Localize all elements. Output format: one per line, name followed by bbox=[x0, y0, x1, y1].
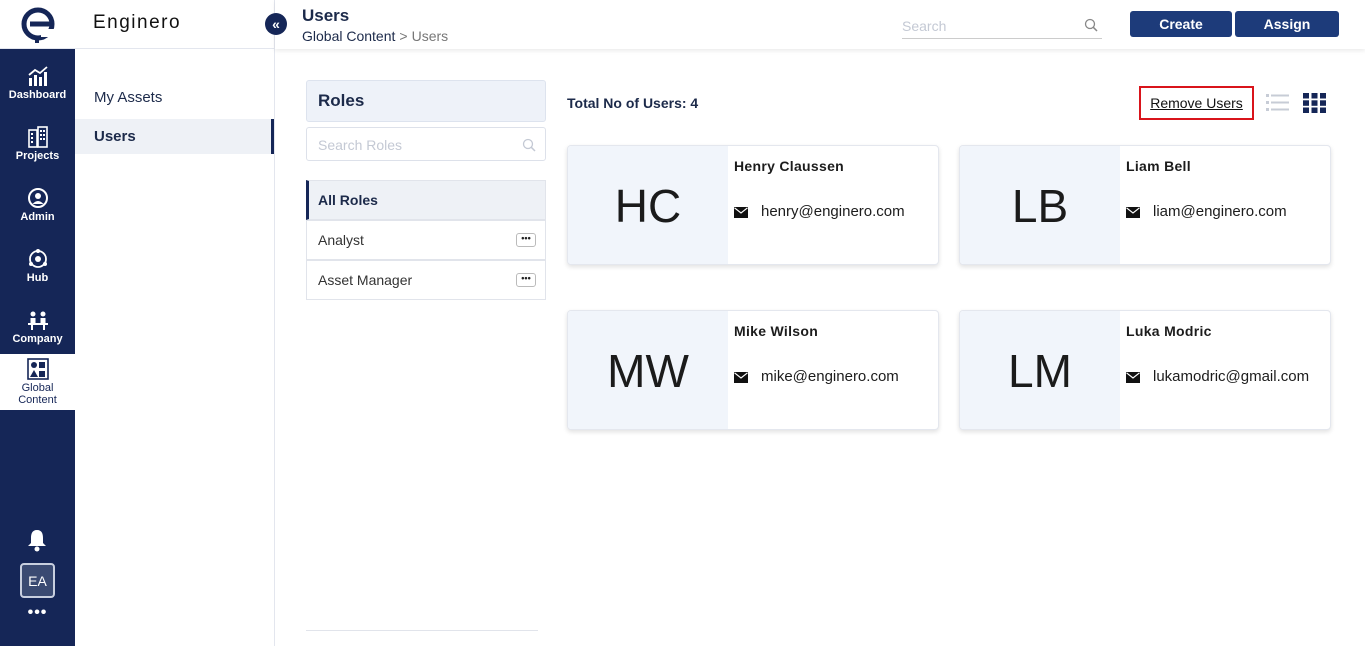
company-people-icon bbox=[27, 311, 48, 330]
grid-view-icon[interactable] bbox=[1303, 93, 1326, 113]
roles-title: Roles bbox=[306, 80, 546, 122]
roles-search-input[interactable] bbox=[318, 135, 518, 155]
rail-item-company[interactable]: Company bbox=[0, 299, 75, 355]
user-initials: LM bbox=[960, 311, 1120, 429]
more-options-icon[interactable]: ••• bbox=[516, 273, 536, 287]
remove-users-link[interactable]: Remove Users bbox=[1139, 86, 1254, 120]
roles-divider bbox=[306, 630, 538, 631]
rail-label-company: Company bbox=[12, 333, 63, 345]
breadcrumb-separator-icon: > bbox=[399, 28, 408, 44]
user-name: Luka Modric bbox=[1126, 323, 1212, 339]
user-name: Liam Bell bbox=[1126, 158, 1191, 174]
hub-network-icon bbox=[28, 249, 47, 268]
user-email: lukamodric@gmail.com bbox=[1153, 368, 1310, 385]
sidebar-item-users[interactable]: Users bbox=[75, 119, 274, 154]
sidebar-divider bbox=[75, 48, 275, 49]
envelope-icon bbox=[734, 372, 748, 383]
bell-icon[interactable] bbox=[26, 528, 48, 552]
user-name: Mike Wilson bbox=[734, 323, 819, 339]
role-label: All Roles bbox=[318, 192, 378, 208]
list-view-icon[interactable] bbox=[1266, 93, 1289, 113]
user-card[interactable]: LM Luka Modric lukamodric@gmail.com bbox=[959, 310, 1331, 430]
rail-label-dashboard: Dashboard bbox=[8, 89, 67, 101]
admin-user-icon bbox=[27, 188, 48, 208]
secondary-sidebar: Enginero My Assets Users bbox=[75, 0, 275, 646]
rail-more-icon[interactable]: ••• bbox=[0, 604, 75, 622]
create-button[interactable]: Create bbox=[1130, 11, 1232, 37]
enginero-logo-icon bbox=[21, 7, 55, 43]
rail-label-admin: Admin bbox=[20, 211, 55, 223]
role-item-asset-manager[interactable]: Asset Manager ••• bbox=[306, 260, 546, 300]
breadcrumb: Global Content > Users bbox=[302, 28, 448, 44]
brand-name: Enginero bbox=[93, 12, 182, 33]
role-label: Analyst bbox=[318, 232, 364, 248]
header-search-input[interactable] bbox=[902, 15, 1082, 37]
user-initials: LB bbox=[960, 146, 1120, 264]
user-name: Henry Claussen bbox=[734, 158, 845, 174]
user-card[interactable]: LB Liam Bell liam@enginero.com bbox=[959, 145, 1331, 265]
roles-search bbox=[306, 127, 546, 161]
total-users-count: Total No of Users: 4 bbox=[567, 95, 699, 111]
top-header: Users Global Content>Users Create Assign bbox=[275, 0, 1365, 49]
assign-button[interactable]: Assign bbox=[1235, 11, 1339, 37]
sidebar-item-label: My Assets bbox=[94, 89, 163, 106]
user-email: liam@enginero.com bbox=[1153, 203, 1287, 220]
search-icon[interactable] bbox=[1084, 18, 1098, 32]
role-item-analyst[interactable]: Analyst ••• bbox=[306, 220, 546, 260]
role-item-all-roles[interactable]: All Roles bbox=[306, 180, 546, 220]
global-content-icon bbox=[26, 358, 49, 380]
breadcrumb-root[interactable]: Global Content bbox=[302, 28, 395, 44]
role-label: Asset Manager bbox=[318, 272, 413, 288]
avatar[interactable]: EA bbox=[20, 563, 55, 598]
envelope-icon bbox=[1126, 207, 1140, 218]
user-initials: MW bbox=[568, 311, 728, 429]
user-email: henry@enginero.com bbox=[761, 203, 905, 220]
user-initials: HC bbox=[568, 146, 728, 264]
rail-label-global: Global bbox=[21, 382, 54, 394]
rail-label-hub: Hub bbox=[26, 272, 49, 284]
more-options-icon[interactable]: ••• bbox=[516, 233, 536, 247]
dashboard-chart-icon bbox=[27, 66, 48, 86]
rail-item-projects[interactable]: Projects bbox=[0, 116, 75, 172]
breadcrumb-current: Users bbox=[411, 28, 449, 44]
user-card[interactable]: HC Henry Claussen henry@enginero.com bbox=[567, 145, 939, 265]
collapse-sidebar-icon[interactable]: « bbox=[265, 13, 287, 35]
rail-item-hub[interactable]: Hub bbox=[0, 238, 75, 294]
enginero-logo[interactable] bbox=[0, 0, 75, 49]
rail-item-dashboard[interactable]: Dashboard bbox=[0, 55, 75, 111]
user-card[interactable]: MW Mike Wilson mike@enginero.com bbox=[567, 310, 939, 430]
header-search bbox=[902, 15, 1102, 39]
buildings-icon bbox=[27, 126, 48, 148]
user-email: mike@enginero.com bbox=[761, 368, 899, 385]
envelope-icon bbox=[734, 207, 748, 218]
page-title: Users bbox=[302, 6, 350, 25]
rail-item-global-content[interactable]: Global Content bbox=[0, 354, 75, 410]
rail-label-projects: Projects bbox=[15, 150, 60, 162]
sidebar-item-my-assets[interactable]: My Assets bbox=[75, 80, 274, 115]
rail-item-admin[interactable]: Admin bbox=[0, 177, 75, 233]
envelope-icon bbox=[1126, 372, 1140, 383]
icon-rail: Dashboard Projects Admin Hub Company Glo… bbox=[0, 0, 75, 646]
sidebar-item-label: Users bbox=[94, 128, 136, 145]
rail-label-content: Content bbox=[18, 394, 57, 406]
search-icon[interactable] bbox=[522, 138, 536, 152]
